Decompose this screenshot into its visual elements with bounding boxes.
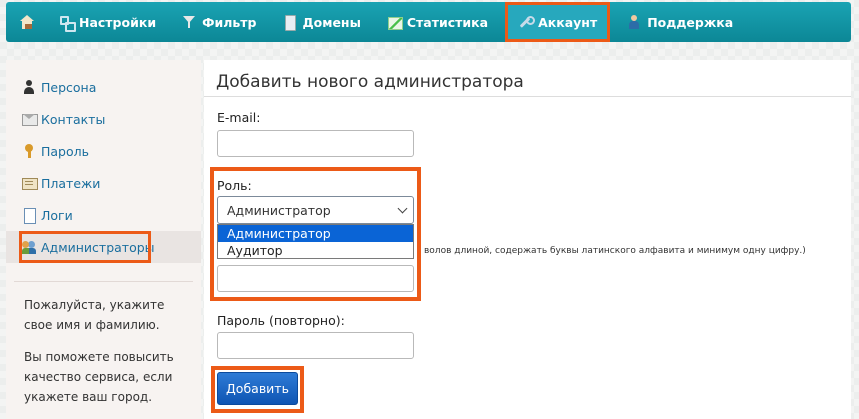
sidebar: Персона Контакты Пароль Платежи Логи Адм…: [6, 60, 201, 419]
sidebar-item-label: Контакты: [41, 111, 106, 127]
role-select[interactable]: Администратор: [217, 196, 414, 224]
nav-filter-label: Фильтр: [202, 14, 257, 30]
nav-domains-label: Домены: [302, 14, 361, 30]
top-nav: Настройки Фильтр Домены Статистика Аккау…: [6, 2, 851, 42]
nav-settings[interactable]: Настройки: [46, 2, 169, 42]
role-select-value: Администратор: [227, 202, 331, 218]
highlight-box: [19, 231, 151, 263]
home-icon: [20, 15, 34, 29]
sidebar-item-payments[interactable]: Платежи: [6, 167, 201, 199]
sidebar-item-password[interactable]: Пароль: [6, 135, 201, 167]
stats-icon: [387, 15, 403, 30]
role-dropdown: Администратор Аудитор: [217, 224, 414, 259]
sidebar-item-person[interactable]: Персона: [6, 71, 201, 103]
nav-statistics[interactable]: Статистика: [374, 2, 501, 42]
role-option-auditor[interactable]: Аудитор: [218, 242, 413, 259]
nav-statistics-label: Статистика: [406, 14, 489, 30]
password-repeat-field[interactable]: [217, 332, 414, 359]
sidebar-item-logs[interactable]: Логи: [6, 199, 201, 231]
sidebar-item-admins[interactable]: Администраторы: [6, 231, 201, 263]
nav-settings-label: Настройки: [79, 14, 157, 30]
page-title: Добавить нового администратора: [216, 72, 524, 92]
email-label: E-mail:: [217, 110, 261, 125]
nav-account[interactable]: Аккаунт: [505, 2, 611, 42]
filter-icon: [182, 15, 196, 29]
role-option-admin[interactable]: Администратор: [218, 225, 413, 242]
chevron-down-icon: [397, 203, 408, 214]
domains-icon: [283, 15, 297, 31]
settings-icon: [59, 15, 76, 32]
sidebar-item-label: Платежи: [41, 175, 101, 191]
admins-icon: [22, 240, 36, 254]
nav-home[interactable]: [12, 2, 46, 42]
nav-domains[interactable]: Домены: [270, 2, 374, 42]
password-icon: [22, 144, 36, 158]
main-panel: Добавить нового администратора E-mail: Р…: [204, 60, 851, 419]
sidebar-item-label: Пароль: [41, 143, 89, 159]
nav-account-label: Аккаунт: [538, 14, 598, 30]
payments-icon: [22, 176, 38, 190]
sidebar-item-label: Логи: [41, 207, 73, 223]
nav-support[interactable]: Поддержка: [614, 2, 746, 42]
add-button[interactable]: Добавить: [217, 372, 298, 405]
contacts-icon: [22, 112, 38, 126]
support-icon: [627, 15, 641, 29]
sidebar-note-city: Вы поможете повысить качество сервиса, е…: [24, 350, 174, 404]
password-hint: волов длиной, содержать буквы латинского…: [424, 246, 806, 256]
password-repeat-label: Пароль (повторно):: [217, 313, 345, 328]
account-icon: [518, 15, 536, 29]
email-field[interactable]: [217, 130, 414, 157]
sidebar-divider: [14, 281, 193, 282]
password-field[interactable]: [217, 265, 414, 292]
person-icon: [22, 80, 36, 94]
sidebar-item-contacts[interactable]: Контакты: [6, 103, 201, 135]
nav-filter[interactable]: Фильтр: [169, 2, 269, 42]
sidebar-item-label: Персона: [41, 79, 97, 95]
title-divider: [204, 96, 851, 97]
sidebar-note-name: Пожалуйста, укажите свое имя и фамилию.: [24, 298, 165, 332]
role-label: Роль:: [217, 178, 252, 193]
logs-icon: [22, 208, 36, 224]
nav-support-label: Поддержка: [647, 14, 734, 30]
